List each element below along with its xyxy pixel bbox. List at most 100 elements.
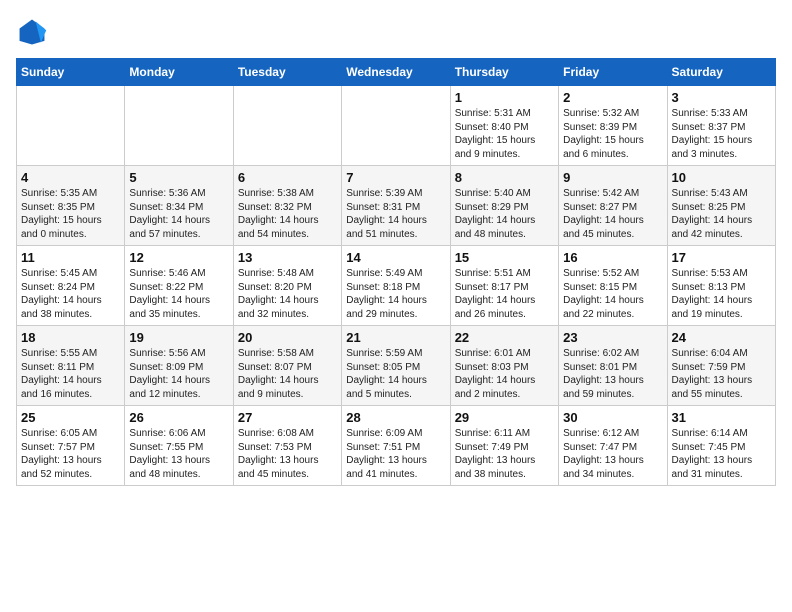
day-info: Sunrise: 5:56 AM Sunset: 8:09 PM Dayligh… [129,347,228,401]
day-cell [125,86,233,166]
day-cell: 16 Sunrise: 5:52 AM Sunset: 8:15 PM Dayli… [559,246,667,326]
day-info: Sunrise: 5:33 AM Sunset: 8:37 PM Dayligh… [672,107,771,161]
day-cell [233,86,341,166]
day-number: 22 [455,330,554,345]
day-info: Sunrise: 5:59 AM Sunset: 8:05 PM Dayligh… [346,347,445,401]
day-info: Sunrise: 5:52 AM Sunset: 8:15 PM Dayligh… [563,267,662,321]
day-info: Sunrise: 5:55 AM Sunset: 8:11 PM Dayligh… [21,347,120,401]
day-info: Sunrise: 6:11 AM Sunset: 7:49 PM Dayligh… [455,427,554,481]
day-number: 30 [563,410,662,425]
day-cell: 2Sunrise: 5:32 AM Sunset: 8:39 PM Daylig… [559,86,667,166]
day-info: Sunrise: 6:01 AM Sunset: 8:03 PM Dayligh… [455,347,554,401]
day-cell: 29 Sunrise: 6:11 AM Sunset: 7:49 PM Dayli… [450,406,558,486]
week-row-2: 4 Sunrise: 5:35 AM Sunset: 8:35 PM Daylig… [17,166,776,246]
day-number: 25 [21,410,120,425]
weekday-header-thursday: Thursday [450,59,558,86]
day-number: 24 [672,330,771,345]
day-number: 10 [672,170,771,185]
day-info: Sunrise: 6:09 AM Sunset: 7:51 PM Dayligh… [346,427,445,481]
day-cell: 12 Sunrise: 5:46 AM Sunset: 8:22 PM Dayli… [125,246,233,326]
day-info: Sunrise: 5:45 AM Sunset: 8:24 PM Dayligh… [21,267,120,321]
day-cell: 17 Sunrise: 5:53 AM Sunset: 8:13 PM Dayli… [667,246,775,326]
day-cell: 7Sunrise: 5:39 AM Sunset: 8:31 PM Daylig… [342,166,450,246]
day-cell: 13 Sunrise: 5:48 AM Sunset: 8:20 PM Dayli… [233,246,341,326]
day-number: 17 [672,250,771,265]
day-cell: 19 Sunrise: 5:56 AM Sunset: 8:09 PM Dayli… [125,326,233,406]
day-number: 1 [455,90,554,105]
day-cell: 18 Sunrise: 5:55 AM Sunset: 8:11 PM Dayli… [17,326,125,406]
day-cell: 9 Sunrise: 5:42 AM Sunset: 8:27 PM Daylig… [559,166,667,246]
day-info: Sunrise: 6:06 AM Sunset: 7:55 PM Dayligh… [129,427,228,481]
calendar-body: 1 Sunrise: 5:31 AM Sunset: 8:40 PM Daylig… [17,86,776,486]
day-info: Sunrise: 5:42 AM Sunset: 8:27 PM Dayligh… [563,187,662,241]
week-row-4: 18 Sunrise: 5:55 AM Sunset: 8:11 PM Dayli… [17,326,776,406]
header [16,16,776,48]
day-number: 8 [455,170,554,185]
day-number: 12 [129,250,228,265]
day-cell [342,86,450,166]
day-number: 28 [346,410,445,425]
day-number: 19 [129,330,228,345]
logo [16,16,52,48]
week-row-5: 25Sunrise: 6:05 AM Sunset: 7:57 PM Dayli… [17,406,776,486]
week-row-1: 1 Sunrise: 5:31 AM Sunset: 8:40 PM Daylig… [17,86,776,166]
day-cell: 11 Sunrise: 5:45 AM Sunset: 8:24 PM Dayli… [17,246,125,326]
day-cell: 20Sunrise: 5:58 AM Sunset: 8:07 PM Dayli… [233,326,341,406]
day-info: Sunrise: 5:46 AM Sunset: 8:22 PM Dayligh… [129,267,228,321]
week-row-3: 11 Sunrise: 5:45 AM Sunset: 8:24 PM Dayli… [17,246,776,326]
day-number: 4 [21,170,120,185]
day-number: 21 [346,330,445,345]
day-cell: 6 Sunrise: 5:38 AM Sunset: 8:32 PM Daylig… [233,166,341,246]
weekday-header-saturday: Saturday [667,59,775,86]
day-cell: 26 Sunrise: 6:06 AM Sunset: 7:55 PM Dayli… [125,406,233,486]
day-number: 15 [455,250,554,265]
day-number: 23 [563,330,662,345]
day-number: 3 [672,90,771,105]
day-number: 5 [129,170,228,185]
day-cell: 27Sunrise: 6:08 AM Sunset: 7:53 PM Dayli… [233,406,341,486]
day-cell: 10 Sunrise: 5:43 AM Sunset: 8:25 PM Dayli… [667,166,775,246]
day-number: 13 [238,250,337,265]
day-info: Sunrise: 5:35 AM Sunset: 8:35 PM Dayligh… [21,187,120,241]
day-cell: 28 Sunrise: 6:09 AM Sunset: 7:51 PM Dayli… [342,406,450,486]
day-info: Sunrise: 5:36 AM Sunset: 8:34 PM Dayligh… [129,187,228,241]
day-number: 31 [672,410,771,425]
day-cell: 1 Sunrise: 5:31 AM Sunset: 8:40 PM Daylig… [450,86,558,166]
day-info: Sunrise: 5:38 AM Sunset: 8:32 PM Dayligh… [238,187,337,241]
logo-icon [16,16,48,48]
day-number: 14 [346,250,445,265]
calendar: SundayMondayTuesdayWednesdayThursdayFrid… [16,58,776,486]
day-number: 6 [238,170,337,185]
day-number: 18 [21,330,120,345]
day-info: Sunrise: 6:12 AM Sunset: 7:47 PM Dayligh… [563,427,662,481]
day-cell: 22 Sunrise: 6:01 AM Sunset: 8:03 PM Dayli… [450,326,558,406]
weekday-header-friday: Friday [559,59,667,86]
day-info: Sunrise: 5:53 AM Sunset: 8:13 PM Dayligh… [672,267,771,321]
day-cell [17,86,125,166]
day-cell: 8Sunrise: 5:40 AM Sunset: 8:29 PM Daylig… [450,166,558,246]
day-number: 7 [346,170,445,185]
weekday-header-sunday: Sunday [17,59,125,86]
day-info: Sunrise: 5:31 AM Sunset: 8:40 PM Dayligh… [455,107,554,161]
day-cell: 4 Sunrise: 5:35 AM Sunset: 8:35 PM Daylig… [17,166,125,246]
day-info: Sunrise: 6:14 AM Sunset: 7:45 PM Dayligh… [672,427,771,481]
day-number: 16 [563,250,662,265]
day-info: Sunrise: 5:48 AM Sunset: 8:20 PM Dayligh… [238,267,337,321]
weekday-header-tuesday: Tuesday [233,59,341,86]
day-info: Sunrise: 5:49 AM Sunset: 8:18 PM Dayligh… [346,267,445,321]
day-cell: 25Sunrise: 6:05 AM Sunset: 7:57 PM Dayli… [17,406,125,486]
day-info: Sunrise: 5:43 AM Sunset: 8:25 PM Dayligh… [672,187,771,241]
day-number: 11 [21,250,120,265]
day-info: Sunrise: 6:02 AM Sunset: 8:01 PM Dayligh… [563,347,662,401]
day-cell: 30 Sunrise: 6:12 AM Sunset: 7:47 PM Dayli… [559,406,667,486]
day-cell: 23 Sunrise: 6:02 AM Sunset: 8:01 PM Dayli… [559,326,667,406]
day-number: 29 [455,410,554,425]
day-number: 20 [238,330,337,345]
day-number: 26 [129,410,228,425]
day-cell: 5 Sunrise: 5:36 AM Sunset: 8:34 PM Daylig… [125,166,233,246]
day-cell: 15Sunrise: 5:51 AM Sunset: 8:17 PM Dayli… [450,246,558,326]
day-cell: 21 Sunrise: 5:59 AM Sunset: 8:05 PM Dayli… [342,326,450,406]
day-number: 9 [563,170,662,185]
day-number: 27 [238,410,337,425]
day-cell: 14 Sunrise: 5:49 AM Sunset: 8:18 PM Dayli… [342,246,450,326]
